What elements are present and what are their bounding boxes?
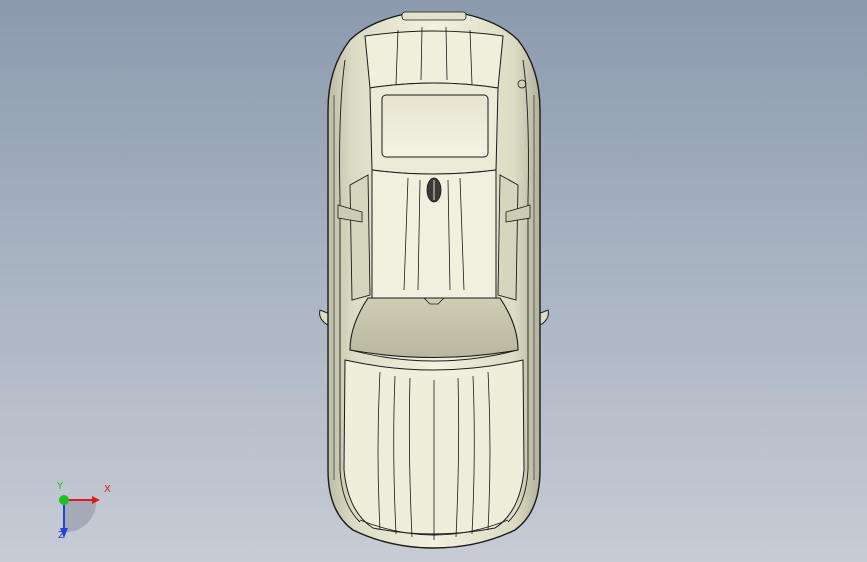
windshield (349, 297, 519, 359)
coordinate-triad: X Y Z (44, 480, 114, 550)
triad-z-label: Z (58, 530, 65, 541)
triad-x-label: X (104, 484, 111, 495)
graphics-viewport[interactable]: X Y Z (0, 0, 867, 562)
sunroof (381, 94, 489, 158)
triad-y-label: Y (57, 481, 64, 492)
car-model-top-view[interactable] (0, 0, 867, 562)
